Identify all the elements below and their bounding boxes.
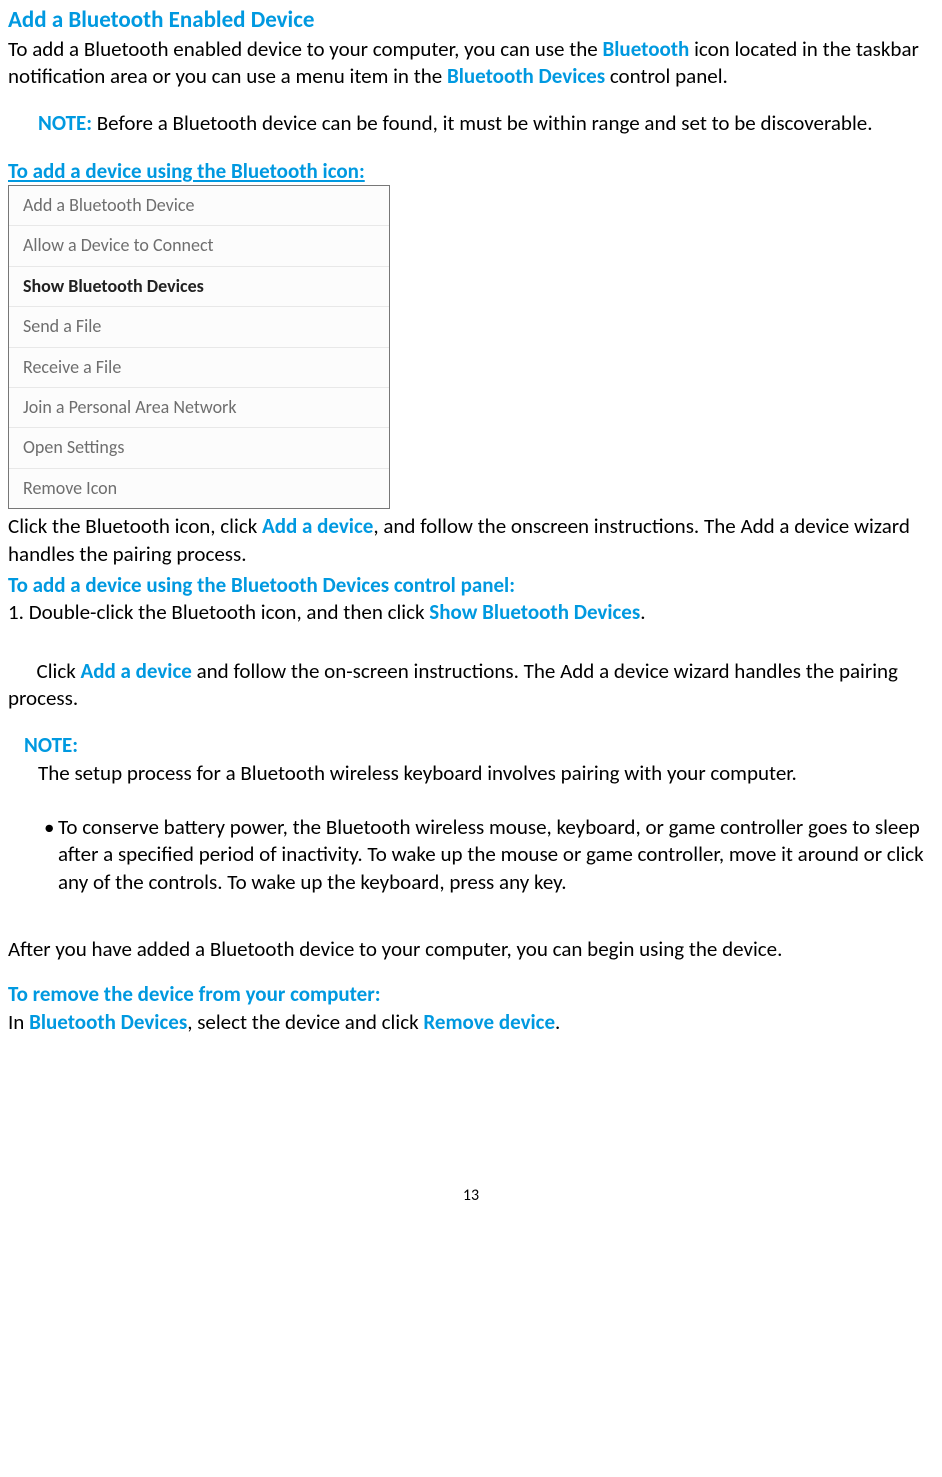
note-2-bullet-row: • To conserve battery power, the Bluetoo… <box>44 814 934 896</box>
remove-post: . <box>555 1009 560 1035</box>
menu-item-show-devices[interactable]: Show Bluetooth Devices <box>9 267 389 307</box>
intro-devices-term: Bluetooth Devices <box>447 63 605 89</box>
remove-devices-term: Bluetooth Devices <box>29 1009 187 1035</box>
subheading-add-via-icon: To add a device using the Bluetooth icon… <box>8 158 934 185</box>
menu-item-remove-icon[interactable]: Remove Icon <box>9 469 389 508</box>
menu-item-join-pan[interactable]: Join a Personal Area Network <box>9 388 389 428</box>
note-2-label: NOTE: <box>24 732 934 759</box>
menu-item-allow-connect[interactable]: Allow a Device to Connect <box>9 226 389 266</box>
after-menu-paragraph: Click the Bluetooth icon, click Add a de… <box>8 513 934 568</box>
note-1-label: NOTE: <box>38 110 92 136</box>
menu-item-add-device[interactable]: Add a Bluetooth Device <box>9 186 389 226</box>
intro-paragraph: To add a Bluetooth enabled device to you… <box>8 36 934 91</box>
remove-paragraph: In Bluetooth Devices, select the device … <box>8 1009 934 1036</box>
step-1-prefix: 1. Double-click the Bluetooth icon, and … <box>8 599 429 625</box>
menu-item-open-settings[interactable]: Open Settings <box>9 428 389 468</box>
page-title: Add a Bluetooth Enabled Device <box>8 6 934 36</box>
step-1-dot: . <box>640 599 645 625</box>
remove-mid: , select the device and click <box>187 1009 423 1035</box>
step-2-add: Add a device <box>81 658 192 684</box>
note-2-line1: The setup process for a Bluetooth wirele… <box>38 760 934 787</box>
subheading-remove: To remove the device from your computer: <box>8 981 934 1008</box>
bullet-marker: • <box>44 814 58 896</box>
remove-pre: In <box>8 1009 29 1035</box>
after-menu-pre: Click the Bluetooth icon, click <box>8 513 262 539</box>
page-number: 13 <box>8 1186 934 1207</box>
bluetooth-context-menu: Add a Bluetooth Device Allow a Device to… <box>8 185 390 509</box>
intro-pre: To add a Bluetooth enabled device to you… <box>8 36 603 62</box>
menu-item-send-file[interactable]: Send a File <box>9 307 389 347</box>
step-1-show: Show Bluetooth Devices <box>429 599 640 625</box>
remove-device-term: Remove device <box>423 1009 555 1035</box>
note-1-text: Before a Bluetooth device can be found, … <box>92 110 873 136</box>
step-2-pre: Click <box>18 658 81 684</box>
after-added-paragraph: After you have added a Bluetooth device … <box>8 936 934 963</box>
intro-post: control panel. <box>605 63 728 89</box>
note-2-block: NOTE: The setup process for a Bluetooth … <box>24 732 934 896</box>
menu-item-receive-file[interactable]: Receive a File <box>9 348 389 388</box>
step-1: 1. Double-click the Bluetooth icon, and … <box>8 599 934 626</box>
note-1-block: NOTE: Before a Bluetooth device can be f… <box>38 110 934 137</box>
note-2-bullet-text: To conserve battery power, the Bluetooth… <box>58 814 934 896</box>
subheading-add-via-panel: To add a device using the Bluetooth Devi… <box>8 572 934 599</box>
step-2: Click Add a device and follow the on-scr… <box>8 630 934 712</box>
intro-bluetooth-term: Bluetooth <box>603 36 690 62</box>
after-menu-add: Add a device <box>262 513 373 539</box>
